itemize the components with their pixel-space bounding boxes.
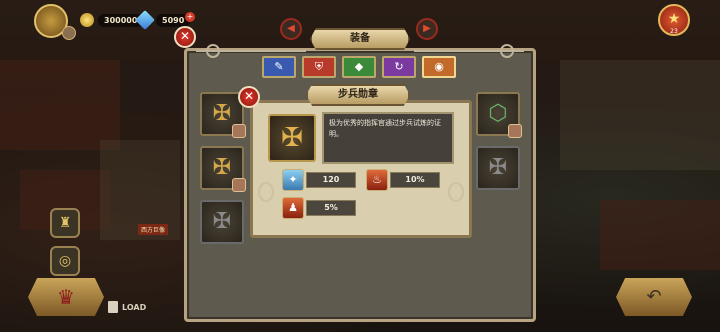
add-currency-button[interactable]: + xyxy=(185,12,195,22)
target-icon: ◎ xyxy=(58,253,72,269)
crown-icon: ♛ xyxy=(57,285,75,309)
trophy-icon: ♜ xyxy=(58,215,72,231)
tab-medal[interactable]: ◉ xyxy=(422,56,456,78)
refresh-icon: ↻ xyxy=(394,60,404,73)
stat-soldier: ♟ 5% xyxy=(282,197,356,219)
close-icon: ✕ xyxy=(243,89,255,103)
close-detail-button[interactable]: ✕ xyxy=(238,86,260,108)
back-button[interactable]: ↶ xyxy=(616,278,692,316)
boost-icon: ✦ xyxy=(282,169,304,191)
avatar xyxy=(232,178,246,192)
close-panel-button[interactable]: ✕ xyxy=(174,26,196,48)
decoration-right xyxy=(448,182,464,202)
prev-arrow-icon[interactable]: ◀ xyxy=(280,18,302,40)
medal-slot[interactable]: ⬡ xyxy=(476,92,522,138)
stat-value: 10% xyxy=(390,172,440,188)
city-label: 西方巨像 xyxy=(138,224,169,235)
soldier-icon: ♟ xyxy=(282,197,304,219)
stat-value: 5% xyxy=(306,200,356,216)
stat-value: 120 xyxy=(306,172,356,188)
panel-title: 装备 xyxy=(310,28,410,50)
medal-description: 极为优秀的指挥官通过步兵试炼的证明。 xyxy=(322,112,454,164)
undo-icon: ↶ xyxy=(646,286,662,307)
infantry-medal-icon: ✠ xyxy=(268,114,316,162)
medal-slot[interactable]: ✠ xyxy=(200,200,244,244)
rank-badge[interactable]: ★ 23 xyxy=(658,4,690,36)
medal-slot[interactable]: ✠ xyxy=(200,146,246,192)
decoration-left xyxy=(258,182,274,202)
document-icon xyxy=(108,301,118,313)
tab-vehicle[interactable]: ◆ xyxy=(342,56,376,78)
medal-slot[interactable]: ✠ xyxy=(476,146,520,190)
close-icon: ✕ xyxy=(179,29,191,43)
rifle-icon: ✎ xyxy=(274,60,284,73)
star-icon: ★ xyxy=(667,11,681,27)
tab-refresh[interactable]: ↻ xyxy=(382,56,416,78)
stat-fire: ♨ 10% xyxy=(366,169,440,191)
vehicle-icon: ◆ xyxy=(354,60,364,73)
load-label: LOAD xyxy=(122,302,147,312)
load-button[interactable]: LOAD xyxy=(108,300,146,314)
avatar xyxy=(232,124,246,138)
player-badge-icon xyxy=(62,26,76,40)
shield-icon: ⛨ xyxy=(314,60,324,73)
gem-icon xyxy=(135,10,155,30)
tab-shield[interactable]: ⛨ xyxy=(302,56,336,78)
gold-counter: 300000 xyxy=(80,12,144,28)
tab-rifle[interactable]: ✎ xyxy=(262,56,296,78)
coin-icon xyxy=(80,13,94,27)
medal-title: 步兵勋章 xyxy=(306,84,410,106)
crown-button[interactable]: ♛ xyxy=(28,278,104,316)
medal-icon: ◉ xyxy=(434,60,444,73)
avatar xyxy=(508,124,522,138)
target-button[interactable]: ◎ xyxy=(50,246,80,276)
stat-attack: ✦ 120 xyxy=(282,169,356,191)
rank-level: 23 xyxy=(670,28,678,35)
next-arrow-icon[interactable]: ▶ xyxy=(416,18,438,40)
equipment-tabs: ✎ ⛨ ◆ ↻ ◉ xyxy=(262,56,456,78)
trophy-button[interactable]: ♜ xyxy=(50,208,80,238)
fire-icon: ♨ xyxy=(366,169,388,191)
